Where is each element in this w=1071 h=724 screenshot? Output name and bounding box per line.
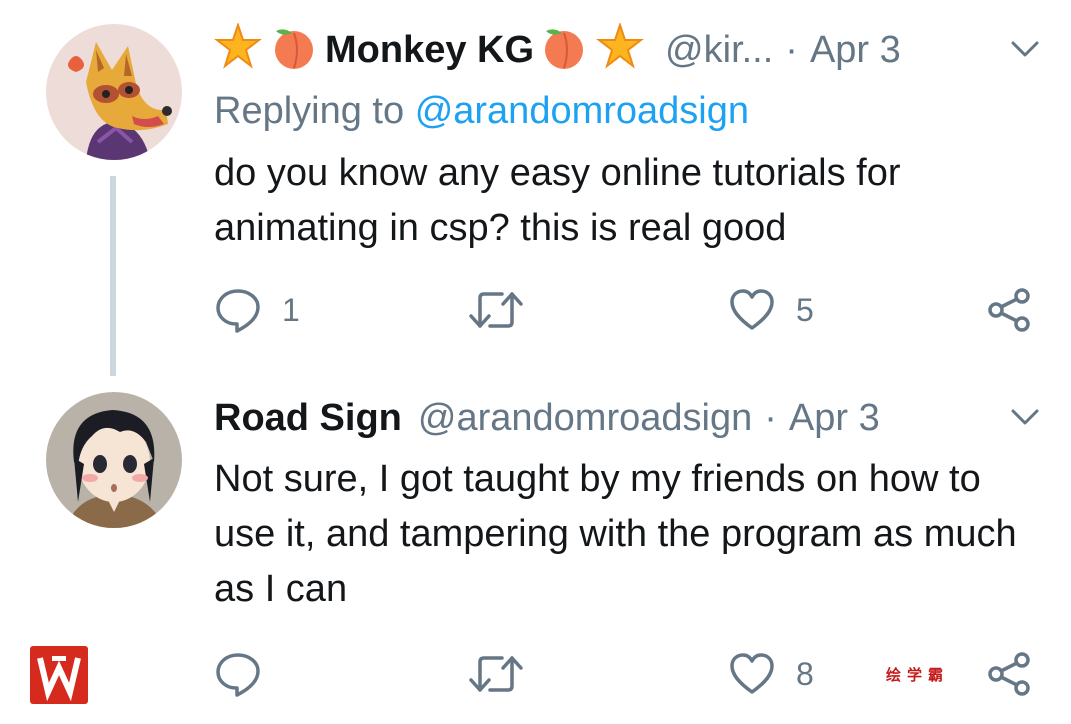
chevron-down-icon[interactable] — [1009, 32, 1041, 71]
chevron-down-icon[interactable] — [1009, 400, 1041, 439]
reply-count: 1 — [282, 291, 300, 328]
peach-star-emoji-suffix — [538, 21, 646, 78]
share-button[interactable] — [986, 286, 1034, 334]
avatar-monkey-kg[interactable] — [46, 24, 182, 160]
retweet-icon — [469, 292, 523, 328]
share-icon — [988, 288, 1030, 332]
retweet-icon — [469, 656, 523, 692]
reply-icon — [216, 653, 260, 697]
tweet-1-header: Monkey KG @kir... · Apr 3 — [214, 20, 1041, 80]
like-button[interactable]: 8 — [728, 650, 814, 698]
tweet-1-handle[interactable]: @kir... — [665, 31, 773, 69]
emoji-prefix-image — [214, 21, 313, 69]
watermark-logo — [30, 646, 88, 704]
avatar-road-sign[interactable] — [46, 392, 182, 528]
tweet-2-header: Road Sign @arandomroadsign · Apr 3 — [214, 388, 1041, 448]
star-peach-emoji-prefix — [214, 21, 322, 78]
tweet-2-handle[interactable]: @arandomroadsign — [418, 399, 752, 437]
replying-to-line: Replying to @arandomroadsign — [214, 90, 749, 133]
like-icon — [730, 653, 774, 694]
watermark-logo-icon — [37, 656, 81, 702]
replying-to-mention[interactable]: @arandomroadsign — [415, 90, 749, 132]
watermark-text: 绘学霸 — [886, 667, 950, 684]
like-button[interactable]: 5 — [728, 286, 814, 334]
wolf-avatar-image — [46, 24, 182, 160]
tweet-2-separator: · — [764, 397, 777, 439]
emoji-suffix-image — [545, 21, 644, 69]
share-button[interactable] — [986, 650, 1034, 698]
retweet-button[interactable] — [468, 650, 524, 698]
anime-avatar-image — [46, 392, 182, 528]
tweet-1-actions: 1 5 — [214, 286, 1044, 336]
tweet-2-body: Not sure, I got taught by my friends on … — [214, 458, 1017, 610]
like-count: 8 — [796, 655, 814, 692]
replying-to-label: Replying to — [214, 90, 405, 132]
like-count: 5 — [796, 291, 814, 328]
tweet-1-separator: · — [785, 29, 798, 71]
tweet-1-date[interactable]: Apr 3 — [810, 31, 901, 69]
reply-button[interactable] — [214, 650, 262, 698]
like-icon — [730, 289, 774, 330]
reply-icon — [216, 289, 260, 333]
tweet-2-author-name[interactable]: Road Sign — [214, 399, 402, 437]
reply-button[interactable]: 1 — [214, 286, 300, 334]
tweet-2-date[interactable]: Apr 3 — [789, 399, 880, 437]
retweet-button[interactable] — [468, 286, 524, 334]
thread-connector-line — [110, 176, 116, 376]
tweet-1-body: do you know any easy online tutorials fo… — [214, 152, 901, 249]
tweet-1-name-text: Monkey KG — [325, 29, 535, 71]
share-icon — [988, 652, 1030, 696]
tweet-1-author-name[interactable]: Monkey KG — [214, 21, 649, 78]
